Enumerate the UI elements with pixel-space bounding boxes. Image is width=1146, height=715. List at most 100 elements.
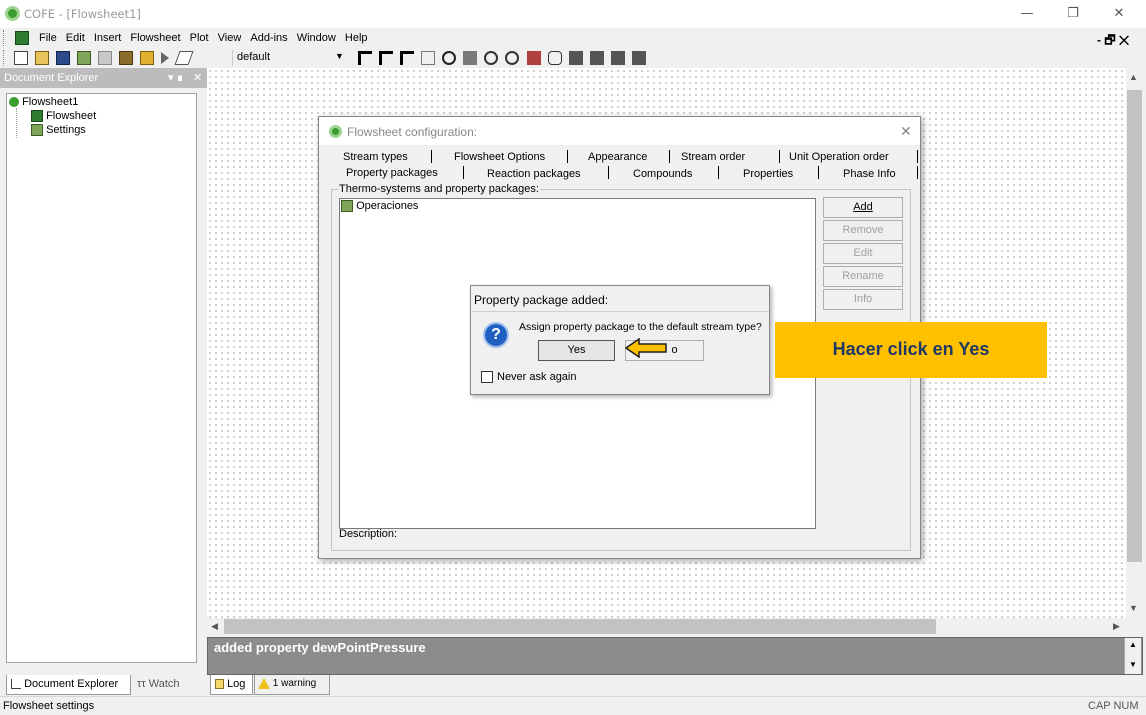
tab-phase-info[interactable]: Phase Info [843, 168, 896, 180]
minimize-button[interactable]: — [1004, 0, 1050, 28]
connect-info-icon[interactable] [400, 51, 415, 65]
scroll-up-icon[interactable]: ▲ [1129, 640, 1137, 649]
eraser-icon[interactable] [173, 51, 194, 65]
menu-plot[interactable]: Plot [187, 30, 212, 46]
tree-settings-label: Settings [46, 124, 86, 136]
copy-icon[interactable] [98, 51, 113, 65]
tab-property-packages[interactable]: Property packages [346, 167, 438, 179]
tab-compounds[interactable]: Compounds [633, 168, 692, 180]
tree-root-label: Flowsheet1 [22, 96, 79, 108]
scroll-down-icon[interactable]: ▼ [1129, 603, 1138, 613]
tab-stream-order[interactable]: Stream order [681, 151, 745, 163]
menu-help[interactable]: Help [342, 30, 371, 46]
tree-flowsheet-label: Flowsheet [46, 110, 97, 122]
import-icon[interactable] [140, 51, 155, 65]
tab-warning-label: 1 warning [272, 678, 317, 690]
vertical-scrollbar[interactable]: ▲ ▼ [1126, 68, 1143, 618]
scroll-up-icon[interactable]: ▲ [1129, 72, 1138, 82]
never-ask-checkbox[interactable] [481, 371, 493, 383]
remove-button[interactable]: Remove [823, 220, 903, 241]
grip-handle [3, 50, 7, 66]
info-button[interactable]: Info [823, 289, 903, 310]
close-icon[interactable]: ✕ [900, 123, 912, 140]
toolbar: default ▼ [0, 48, 1146, 68]
restore-button[interactable]: ❐ [1050, 0, 1096, 28]
info-button-label: Info [853, 293, 873, 305]
save-icon[interactable] [56, 51, 71, 65]
tab-properties[interactable]: Properties [743, 168, 793, 180]
menu-insert[interactable]: Insert [91, 30, 125, 46]
dialog-titlebar: Flowsheet configuration: ✕ [319, 117, 920, 145]
new-icon[interactable] [14, 51, 28, 65]
grid-icon[interactable] [421, 51, 436, 65]
edit-button[interactable]: Edit [823, 243, 903, 264]
window-title: COFE - [Flowsheet1] [24, 7, 141, 21]
connect-icon[interactable] [358, 51, 372, 65]
settings-icon[interactable] [77, 51, 92, 65]
log-text: added property dewPointPressure [214, 640, 426, 655]
print-setup-icon[interactable] [610, 51, 625, 65]
dialog-title: Flowsheet configuration: [347, 125, 478, 139]
rename-button[interactable]: Rename [823, 266, 903, 287]
tab-unit-operation-order[interactable]: Unit Operation order [789, 151, 889, 163]
document-explorer-title: Document Explorer [4, 72, 99, 84]
zoom-out-icon[interactable] [505, 51, 520, 65]
print-icon[interactable] [568, 51, 583, 65]
tab-watch[interactable]: ττ Watch [137, 678, 180, 690]
menu-file[interactable]: File [36, 30, 60, 46]
scroll-left-icon[interactable]: ◀ [211, 621, 218, 632]
list-item-label: Operaciones [356, 200, 419, 212]
watch-icon: ττ [137, 678, 146, 690]
tab-flowsheet-options[interactable]: Flowsheet Options [454, 151, 545, 163]
description-label: Description: [339, 528, 398, 540]
log-scrollbar[interactable]: ▲ ▼ [1124, 638, 1141, 674]
default-combo[interactable]: default ▼ [232, 50, 344, 66]
package-icon [341, 200, 353, 213]
question-icon: ? [483, 322, 509, 348]
tree-item-settings[interactable]: Settings [31, 124, 86, 137]
yes-button[interactable]: Yes [538, 340, 615, 361]
add-button[interactable]: Add [823, 197, 903, 218]
menu-view[interactable]: View [215, 30, 245, 46]
pin-icon[interactable]: ▾ ∎ [168, 71, 184, 84]
menu-window[interactable]: Window [294, 30, 339, 46]
run-icon[interactable] [161, 52, 170, 64]
vertical-scroll-thumb[interactable] [1127, 90, 1142, 562]
print-report-icon[interactable] [631, 51, 646, 65]
scroll-down-icon[interactable]: ▼ [1129, 660, 1137, 669]
tab-document-explorer[interactable]: Document Explorer [6, 675, 131, 695]
left-arrow-annotation [624, 337, 667, 361]
open-icon[interactable] [35, 51, 50, 65]
tab-stream-types[interactable]: Stream types [343, 151, 408, 163]
menu-addins[interactable]: Add-ins [247, 30, 290, 46]
cofe-icon [9, 97, 19, 108]
print-preview-icon[interactable] [589, 51, 604, 65]
connect-energy-icon[interactable] [379, 51, 394, 65]
tab-separator [431, 150, 432, 163]
tree-item-flowsheet[interactable]: Flowsheet [31, 110, 97, 123]
hand-icon[interactable] [547, 51, 562, 65]
scroll-right-icon[interactable]: ▶ [1113, 621, 1120, 632]
menu-flowsheet[interactable]: Flowsheet [127, 30, 183, 46]
rename-button-label: Rename [842, 270, 884, 282]
grip-handle [3, 30, 7, 46]
arrow-left-icon [624, 337, 667, 359]
solve-icon[interactable] [442, 51, 457, 65]
tab-warning[interactable]: 1 warning [254, 675, 330, 695]
tab-log[interactable]: Log [210, 675, 253, 695]
close-icon[interactable]: ✕ [193, 71, 202, 84]
list-item[interactable]: Operaciones [341, 200, 419, 213]
menu-edit[interactable]: Edit [63, 30, 88, 46]
table-icon[interactable] [463, 51, 478, 65]
tree-item-flowsheet1[interactable]: Flowsheet1 [9, 96, 78, 108]
tab-reaction-packages[interactable]: Reaction packages [487, 168, 581, 180]
tab-appearance[interactable]: Appearance [588, 151, 647, 163]
document-icon[interactable] [15, 31, 29, 45]
horizontal-scroll-thumb[interactable] [224, 619, 936, 634]
close-window-button[interactable]: ✕ [1096, 0, 1142, 28]
zoom-fit-icon[interactable] [526, 51, 541, 65]
paste-icon[interactable] [119, 51, 134, 65]
zoom-in-icon[interactable] [484, 51, 499, 65]
horizontal-scrollbar[interactable]: ◀ ▶ [207, 618, 1126, 635]
tree-line [16, 108, 17, 138]
